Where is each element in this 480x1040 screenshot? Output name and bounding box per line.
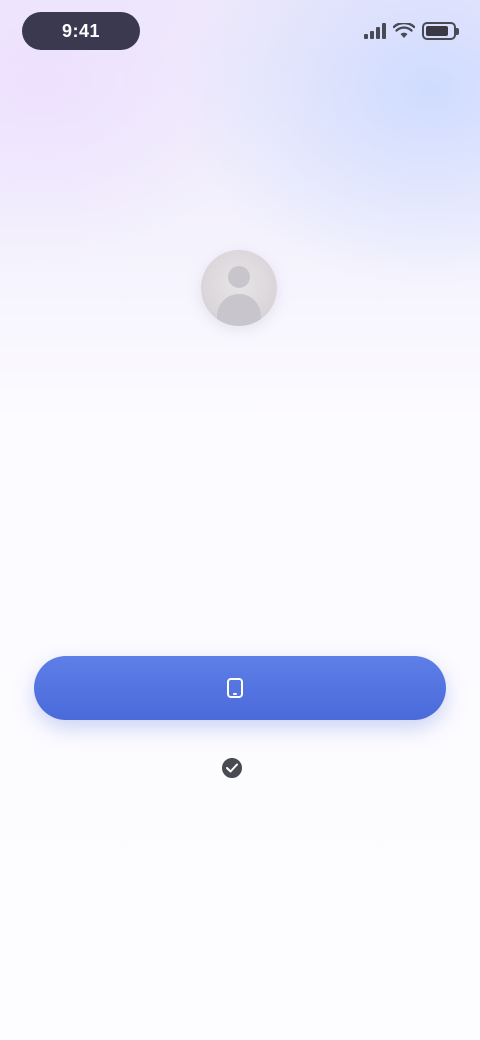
checkmark-icon bbox=[226, 763, 238, 773]
avatar-body bbox=[217, 294, 261, 326]
status-time: 9:41 bbox=[61, 20, 101, 41]
one-tap-login-button[interactable] bbox=[34, 656, 446, 720]
user-avatar-icon bbox=[201, 250, 277, 326]
battery-icon bbox=[422, 22, 459, 40]
battery-level bbox=[426, 26, 449, 36]
phone-icon bbox=[225, 678, 245, 698]
signal-icon bbox=[364, 23, 386, 39]
agreement-checkbox[interactable] bbox=[222, 758, 242, 778]
wifi-icon bbox=[393, 23, 415, 39]
agreement-row bbox=[0, 758, 480, 778]
status-time-pill: 9:41 bbox=[22, 12, 140, 50]
avatar-head bbox=[228, 266, 250, 288]
status-icons bbox=[364, 20, 459, 42]
